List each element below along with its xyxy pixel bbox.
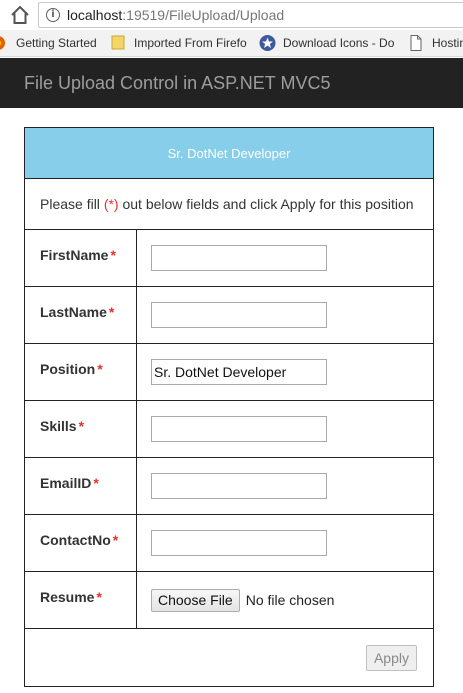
- navbar-brand[interactable]: File Upload Control in ASP.NET MVC5: [24, 73, 330, 94]
- choose-file-button[interactable]: Choose File: [151, 588, 240, 612]
- form-actions: Apply: [24, 628, 434, 687]
- required-marker: *: [112, 532, 119, 548]
- firstname-label: FirstName *: [24, 229, 137, 287]
- emailid-input[interactable]: [151, 473, 327, 499]
- bookmark-imported-from-firefox[interactable]: Imported From Firefo: [134, 36, 247, 50]
- firefox-icon: [0, 36, 5, 50]
- required-marker: *: [110, 247, 116, 263]
- resume-file-input[interactable]: Choose File No file chosen: [151, 588, 433, 612]
- application-form: Sr. DotNet Developer Please fill (*) out…: [24, 127, 434, 687]
- required-marker: *: [93, 475, 99, 491]
- app-navbar: File Upload Control in ASP.NET MVC5: [0, 58, 463, 108]
- skills-input[interactable]: [151, 416, 327, 442]
- position-header: Sr. DotNet Developer: [24, 127, 434, 179]
- required-marker: *: [97, 361, 103, 377]
- required-marker: *: [108, 304, 115, 320]
- emailid-label: EmailID *: [24, 457, 137, 515]
- bookmarks-bar: Getting Started Imported From Firefo Dow…: [0, 30, 463, 57]
- apply-button[interactable]: Apply: [365, 644, 417, 671]
- skills-label: Skills *: [24, 400, 137, 458]
- bookmark-download-icons[interactable]: Download Icons - Do: [283, 36, 394, 50]
- required-marker: *: [96, 589, 102, 605]
- browser-address-bar: i localhost:19519/FileUpload/Upload: [0, 0, 463, 30]
- field-row-position: Position *: [24, 343, 434, 401]
- info-icon[interactable]: i: [46, 8, 60, 22]
- field-row-emailid: EmailID *: [24, 457, 434, 515]
- url-bar[interactable]: i localhost:19519/FileUpload/Upload: [38, 2, 463, 28]
- field-row-lastname: LastName *: [24, 286, 434, 344]
- resume-label: Resume *: [24, 571, 137, 629]
- bookmark-getting-started[interactable]: Getting Started: [16, 36, 97, 50]
- url-text: localhost:19519/FileUpload/Upload: [67, 7, 285, 23]
- page-icon: [410, 35, 422, 51]
- home-icon[interactable]: [9, 5, 31, 25]
- contactno-label: ContactNo *: [24, 514, 137, 572]
- star-badge-icon: [259, 35, 276, 51]
- folder-icon: [111, 35, 125, 50]
- form-instructions: Please fill (*) out below fields and cli…: [24, 178, 434, 230]
- position-label: Position *: [24, 343, 137, 401]
- contactno-input[interactable]: [151, 530, 327, 556]
- firstname-input[interactable]: [151, 245, 327, 271]
- lastname-label: LastName *: [24, 286, 137, 344]
- file-status-text: No file chosen: [245, 592, 335, 608]
- required-note: (*): [103, 196, 119, 212]
- field-row-skills: Skills *: [24, 400, 434, 458]
- bookmark-hosting[interactable]: Hostin: [432, 36, 463, 50]
- field-row-resume: Resume * Choose File No file chosen: [24, 571, 434, 629]
- field-row-contactno: ContactNo *: [24, 514, 434, 572]
- required-marker: *: [78, 418, 85, 434]
- field-row-firstname: FirstName *: [24, 229, 434, 287]
- lastname-input[interactable]: [151, 302, 327, 328]
- position-input[interactable]: [151, 359, 327, 385]
